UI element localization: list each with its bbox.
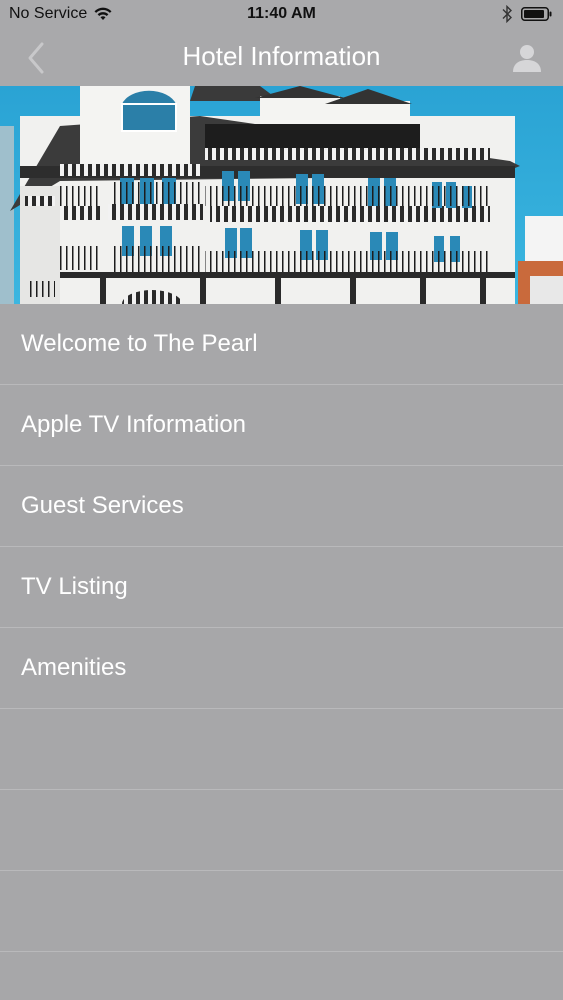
menu-item-label: Welcome to The Pearl [21, 330, 258, 357]
menu-item-guest-services[interactable]: Guest Services [0, 466, 563, 547]
status-time: 11:40 AM [247, 5, 316, 22]
menu-list: Welcome to The Pearl Apple TV Informatio… [0, 304, 563, 952]
status-right [501, 5, 553, 23]
menu-item-label: Amenities [21, 654, 127, 681]
menu-item-welcome[interactable]: Welcome to The Pearl [0, 304, 563, 385]
empty-row [0, 871, 563, 952]
user-icon [513, 45, 541, 72]
menu-item-label: TV Listing [21, 573, 128, 600]
app-screen: No Service 11:40 AM Hotel Information We… [0, 0, 563, 1000]
page-title: Hotel Information [182, 41, 381, 71]
menu-item-label: Guest Services [21, 492, 184, 519]
hotel-hero-image [0, 86, 563, 304]
status-bar: No Service 11:40 AM [0, 0, 563, 30]
bluetooth-icon [502, 5, 512, 23]
empty-row [0, 709, 563, 790]
menu-item-label: Apple TV Information [21, 411, 247, 438]
navigation-bar: Hotel Information [0, 30, 563, 86]
hotel-building-photo [0, 86, 563, 304]
profile-button[interactable] [509, 40, 545, 76]
battery-icon [521, 7, 552, 21]
empty-row [0, 790, 563, 871]
menu-item-amenities[interactable]: Amenities [0, 628, 563, 709]
menu-item-tv-listing[interactable]: TV Listing [0, 547, 563, 628]
menu-item-apple-tv[interactable]: Apple TV Information [0, 385, 563, 466]
